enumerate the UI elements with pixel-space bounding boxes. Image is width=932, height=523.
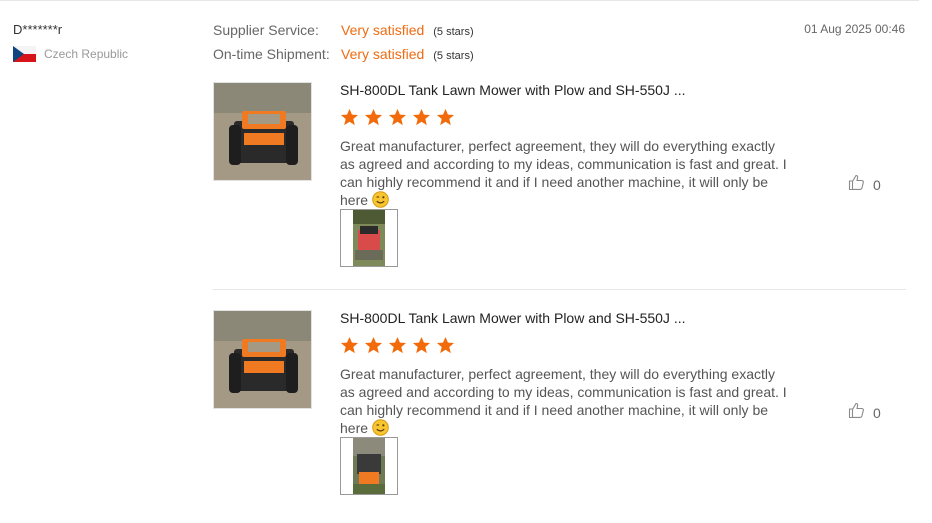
review-date: 01 Aug 2025 00:46 [804, 22, 905, 36]
review-star-rating [340, 336, 460, 355]
like-button[interactable]: 0 [848, 401, 881, 424]
rating-stars-text: (5 stars) [433, 50, 474, 62]
star-icon [412, 108, 431, 126]
product-thumbnail[interactable] [213, 310, 312, 409]
buyer-name: D*******r [13, 22, 63, 37]
rating-value: Very satisfied [341, 46, 425, 62]
like-count: 0 [873, 404, 881, 421]
rating-value: Very satisfied [341, 22, 425, 38]
star-icon [388, 336, 407, 354]
thumbs-up-icon [848, 173, 866, 196]
product-title-link[interactable]: SH-800DL Tank Lawn Mower with Plow and S… [340, 82, 686, 98]
review-star-rating [340, 108, 460, 127]
review-text: Great manufacturer, perfect agreement, t… [340, 137, 792, 212]
like-count: 0 [873, 176, 881, 193]
top-divider [0, 0, 919, 1]
star-icon [412, 336, 431, 354]
thumbs-up-icon [848, 401, 866, 424]
star-icon [436, 108, 455, 126]
product-thumbnail[interactable] [213, 82, 312, 181]
on-time-shipment-rating: On-time Shipment: Very satisfied (5 star… [213, 46, 474, 62]
review-text-body: Great manufacturer, perfect agreement, t… [340, 138, 787, 208]
review-text: Great manufacturer, perfect agreement, t… [340, 365, 792, 440]
czech-flag-icon [13, 46, 36, 62]
rating-label: Supplier Service: [213, 22, 319, 38]
product-title-link[interactable]: SH-800DL Tank Lawn Mower with Plow and S… [340, 310, 686, 326]
star-icon [364, 336, 383, 354]
star-icon [364, 108, 383, 126]
rating-stars-text: (5 stars) [433, 26, 474, 38]
buyer-country: Czech Republic [13, 46, 128, 62]
supplier-service-rating: Supplier Service: Very satisfied (5 star… [213, 22, 474, 38]
review-text-body: Great manufacturer, perfect agreement, t… [340, 366, 787, 436]
star-icon [340, 108, 359, 126]
review-item: SH-800DL Tank Lawn Mower with Plow and S… [213, 82, 906, 282]
review-photo[interactable] [340, 209, 398, 267]
star-icon [436, 336, 455, 354]
star-icon [340, 336, 359, 354]
like-button[interactable]: 0 [848, 173, 881, 196]
rating-label: On-time Shipment: [213, 46, 330, 62]
review-photo[interactable] [340, 437, 398, 495]
review-item: SH-800DL Tank Lawn Mower with Plow and S… [213, 310, 906, 510]
review-divider [213, 289, 906, 290]
country-label: Czech Republic [44, 47, 129, 61]
star-icon [388, 108, 407, 126]
